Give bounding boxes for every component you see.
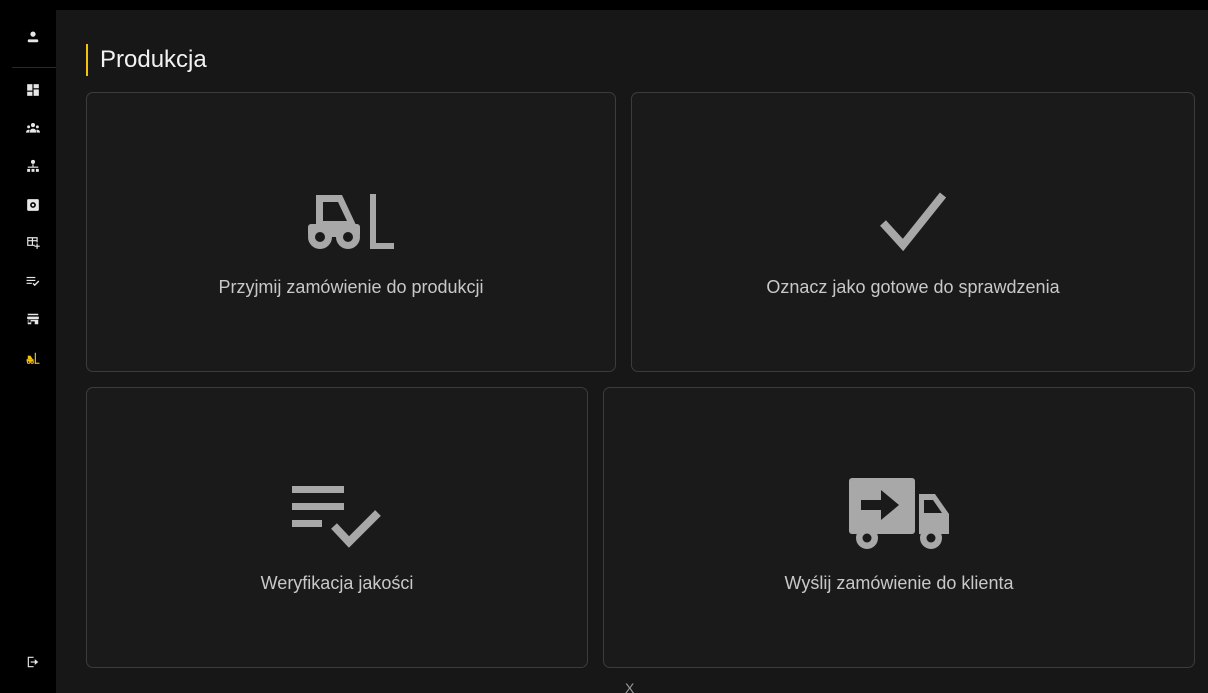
card-label: Wyślij zamówienie do klienta	[784, 573, 1014, 593]
card-icon-wrapper	[87, 486, 587, 550]
sidebar-item-table-add[interactable]	[22, 232, 44, 254]
quality-verification-card[interactable]: Weryfikacja jakości	[86, 387, 588, 668]
card-icon-wrapper	[632, 191, 1194, 251]
checklist-icon	[292, 486, 381, 548]
logout-button[interactable]	[22, 651, 44, 673]
checklist-icon	[26, 276, 40, 287]
dashboard-icon	[27, 84, 39, 96]
groups-icon	[26, 123, 40, 133]
main-content: Produkcja Przyjmij zamówienie do produkc…	[56, 10, 1208, 693]
settings-box-icon	[27, 199, 39, 211]
card-icon-wrapper	[604, 476, 1194, 550]
sidebar-item-org-chart[interactable]	[22, 155, 44, 177]
app-window: Produkcja Przyjmij zamówienie do produkc…	[12, 10, 1208, 693]
sidebar-item-groups[interactable]	[22, 117, 44, 139]
sidebar	[12, 10, 56, 693]
sidebar-item-dashboard[interactable]	[22, 79, 44, 101]
card-label: Przyjmij zamówienie do produkcji	[218, 277, 484, 297]
org-chart-icon	[27, 159, 39, 172]
sidebar-item-profile[interactable]	[22, 26, 44, 48]
table-add-icon	[27, 237, 40, 249]
bottom-marker: X	[625, 680, 635, 693]
sidebar-item-production[interactable]	[22, 347, 44, 369]
forklift-icon	[308, 194, 394, 249]
card-icon-wrapper	[87, 191, 615, 251]
sidebar-item-settings[interactable]	[22, 194, 44, 216]
screen-frame: Produkcja Przyjmij zamówienie do produkc…	[0, 0, 1208, 693]
card-label: Weryfikacja jakości	[260, 573, 414, 593]
check-icon	[880, 192, 946, 251]
sidebar-divider	[12, 67, 56, 68]
accept-order-card[interactable]: Przyjmij zamówienie do produkcji	[86, 92, 616, 372]
person-icon	[27, 31, 39, 43]
sidebar-item-store[interactable]	[22, 308, 44, 330]
page-title: Produkcja	[86, 44, 207, 76]
logout-icon	[27, 656, 39, 668]
forklift-icon	[26, 352, 40, 364]
mark-ready-card[interactable]: Oznacz jako gotowe do sprawdzenia	[631, 92, 1195, 372]
sidebar-item-checklist[interactable]	[22, 270, 44, 292]
store-icon	[27, 313, 39, 325]
shipping-truck-icon	[849, 478, 949, 549]
ship-order-card[interactable]: Wyślij zamówienie do klienta	[603, 387, 1195, 668]
card-label: Oznacz jako gotowe do sprawdzenia	[766, 277, 1060, 297]
